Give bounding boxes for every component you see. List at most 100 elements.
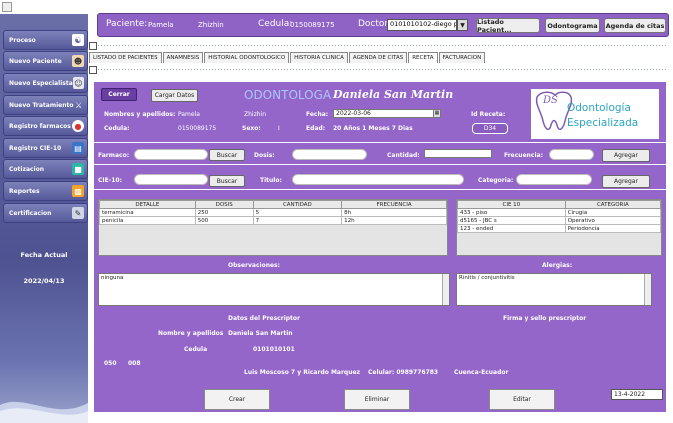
- alergias-textarea[interactable]: Rinitis / conjuntivitis: [456, 273, 652, 306]
- doctor-icon: ☺: [72, 77, 84, 89]
- fecha-input[interactable]: 2022-03-06: [333, 109, 441, 118]
- sidebar-item-nuevo-tratamiento[interactable]: Nuevo Tratamiento ⚔: [3, 95, 88, 115]
- paciente-value: Pamela: [148, 21, 174, 29]
- sidebar-item-label: Cotizacion: [9, 165, 44, 173]
- eliminar-button[interactable]: Eliminar: [344, 389, 410, 410]
- farmacos-table[interactable]: DETALLE DOSIS CANTIDAD FRECUENCIA terramici…: [98, 199, 448, 256]
- alergias-label: Alergias:: [542, 262, 573, 269]
- farmaco-cell: 500: [194, 216, 254, 225]
- farmaco-column-header[interactable]: FRECUENCIA: [341, 200, 447, 209]
- chart-icon: ▩: [72, 185, 84, 197]
- agregar-farmaco-button[interactable]: Agregar: [602, 149, 650, 162]
- farmaco-column-header[interactable]: DETALLE: [99, 200, 196, 209]
- tab-listado-pacientes[interactable]: LISTADO DE PACIENTES: [89, 52, 162, 63]
- doctor-label: Doctor: [358, 19, 389, 29]
- code-b: 008: [128, 360, 141, 367]
- editar-button[interactable]: Editar: [489, 389, 555, 410]
- cie-table[interactable]: CIE 10 CATEGORIA 433 - piso Cirugia d5165 -…: [456, 199, 662, 256]
- cie-row[interactable]: 433 - piso Cirugia: [457, 208, 661, 217]
- cie-cell: 433 - piso: [457, 208, 566, 217]
- farmaco-row[interactable]: terramicina 250 5 8h: [99, 208, 447, 217]
- tab-anamnesis[interactable]: ANAMNESIS: [162, 52, 204, 63]
- dosis-input[interactable]: [292, 149, 367, 160]
- observaciones-label: Observaciones:: [228, 262, 281, 269]
- observaciones-text: ninguna: [101, 275, 124, 281]
- alergias-text: Rinitis / conjuntivitis: [459, 275, 515, 281]
- sidebar-item-label: Proceso: [9, 36, 36, 44]
- farmaco-column-header[interactable]: CANTIDAD: [252, 200, 343, 209]
- agenda-citas-button[interactable]: Agenda de citas: [604, 18, 666, 33]
- listado-pacientes-button[interactable]: Listado Pacient...: [476, 18, 540, 34]
- prescriptor-cedula-label: Cedula: [184, 346, 208, 353]
- date-label: Fecha Actual: [20, 251, 68, 259]
- tab-bar: LISTADO DE PACIENTES ANAMNESIS HISTORIAL…: [89, 52, 486, 63]
- doctor-select[interactable]: 0101010102-diego pa...: [387, 19, 457, 31]
- paciente-label: Paciente:: [106, 19, 148, 29]
- frecuencia-input[interactable]: [549, 149, 594, 160]
- tab-facturacion[interactable]: FACTURACION: [438, 52, 486, 63]
- ciudad-text: Cuenca-Ecuador: [454, 369, 509, 376]
- tab-historia-clinica[interactable]: HISTORIA CLINICA: [290, 52, 348, 63]
- tab-historial-odontologico[interactable]: HISTORIAL ODONTOLOGICO: [204, 52, 290, 63]
- sidebar-item-proceso[interactable]: Proceso ☯: [3, 30, 88, 50]
- toggle-checkbox-bottom[interactable]: [89, 66, 97, 74]
- sidebar: Proceso ☯ Nuevo Paciente ☻ Nuevo Especia…: [0, 14, 88, 423]
- categoria-input[interactable]: [516, 174, 592, 185]
- logo-initials: DS: [543, 95, 558, 106]
- date-field[interactable]: 13-4-2022: [611, 389, 663, 400]
- cedula-value: 0150089175: [178, 125, 217, 132]
- sidebar-item-label: Certificacion: [9, 209, 52, 217]
- cie-row[interactable]: 123 - ended Periodoncia: [457, 224, 661, 233]
- scrollbar[interactable]: [644, 274, 651, 305]
- crear-button[interactable]: Crear: [204, 389, 270, 410]
- chevron-down-icon[interactable]: ▼: [457, 19, 468, 31]
- nombre-value: Pamela: [178, 111, 200, 118]
- tab-receta[interactable]: RECETA: [408, 52, 438, 63]
- cie-label: CIE-10:: [98, 177, 122, 184]
- cie-column-header[interactable]: CATEGORIA: [564, 200, 661, 209]
- address-text: Luis Moscoso 7 y Ricardo Marquez: [244, 369, 361, 376]
- sidebar-item-label: Nuevo Tratamiento: [9, 101, 74, 109]
- celular-text: Celular: 0989776783: [368, 369, 439, 376]
- sidebar-item-label: Nuevo Especialista: [9, 79, 73, 87]
- apellido-value: Zhizhin: [244, 111, 267, 118]
- sidebar-item-registro-farmacos[interactable]: Registro farmacos ●: [3, 116, 88, 136]
- buscar-cie-button[interactable]: Buscar: [209, 175, 245, 187]
- sidebar-item-reportes[interactable]: Reportes ▩: [3, 181, 88, 201]
- sidebar-item-nuevo-especialista[interactable]: Nuevo Especialista ☺: [3, 73, 88, 93]
- scrollbar[interactable]: [442, 274, 449, 305]
- sidebar-item-label: Registro CIE-10: [9, 144, 62, 152]
- prescriptor-cedula: 0101010101: [253, 346, 295, 353]
- sidebar-item-certificacion[interactable]: Certificacion ✎: [3, 203, 88, 223]
- clinic-logo: DS Odontología Especializada: [531, 89, 659, 139]
- farmaco-cell: 7: [252, 216, 343, 225]
- calendar-icon[interactable]: ▦: [433, 109, 441, 118]
- buscar-farmaco-button[interactable]: Buscar: [209, 149, 245, 161]
- cie-input[interactable]: [134, 174, 208, 185]
- cedula-label: Cedula:: [258, 19, 293, 29]
- cie-row[interactable]: d5165 - JBC s Operativo: [457, 216, 661, 225]
- cie-column-header[interactable]: CIE 10: [457, 200, 566, 209]
- cantidad-spinner[interactable]: [424, 149, 492, 158]
- observaciones-textarea[interactable]: ninguna: [98, 273, 450, 306]
- farmaco-cell: 5: [252, 208, 343, 217]
- cie-cell: d5165 - JBC s: [457, 216, 566, 225]
- cargar-datos-button[interactable]: Cargar Datos: [151, 89, 198, 102]
- sexo-value: I: [278, 125, 280, 132]
- farmaco-cell: 250: [194, 208, 254, 217]
- sidebar-item-registro-cie10[interactable]: Registro CIE-10 ▤: [3, 138, 88, 158]
- toggle-checkbox-top[interactable]: [89, 42, 97, 50]
- cie-cell: Operativo: [564, 216, 661, 225]
- tab-agenda-citas[interactable]: AGENDA DE CITAS: [348, 52, 408, 63]
- farmaco-row[interactable]: penicila 500 7 12h: [99, 216, 447, 225]
- titulo-input[interactable]: [292, 174, 464, 185]
- sidebar-item-cotizacion[interactable]: Cotizacion ■: [3, 159, 88, 179]
- agregar-cie-button[interactable]: Agregar: [602, 175, 650, 188]
- sidebar-item-nuevo-paciente[interactable]: Nuevo Paciente ☻: [3, 51, 88, 71]
- farmaco-input[interactable]: [134, 149, 208, 160]
- nombres-label: Nombres y apellidos:: [104, 111, 176, 118]
- farmaco-column-header[interactable]: DOSIS: [194, 200, 254, 209]
- odontograma-button[interactable]: Odontograma: [545, 18, 600, 33]
- cerrar-button[interactable]: Cerrar: [101, 88, 137, 101]
- logo-line1: Odontología: [567, 102, 631, 114]
